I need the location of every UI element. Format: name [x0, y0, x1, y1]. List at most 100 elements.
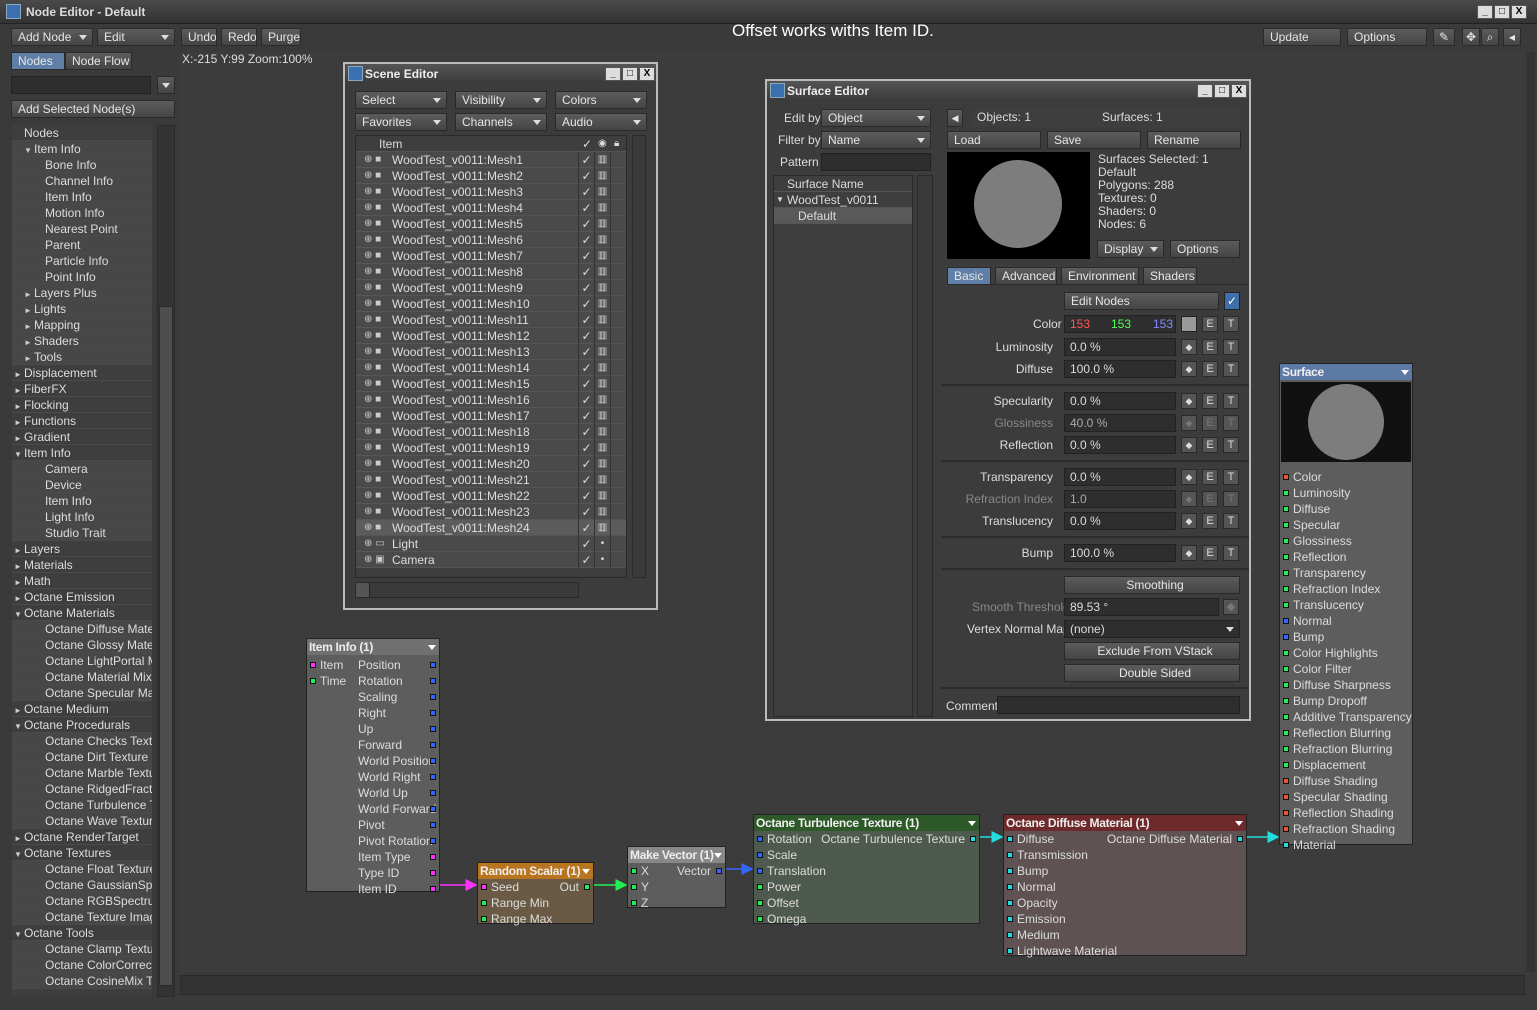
color-envelope-button[interactable]: E [1202, 316, 1218, 332]
scene-item-row[interactable]: ⊕ ■ WoodTest_v0011:Mesh14 ✓ ▥ [356, 360, 626, 376]
surface-destination-node[interactable]: Surface Color Luminosity Diffuse Specular Gl… [1279, 363, 1413, 852]
scene-item-row[interactable]: ⊕ ■ WoodTest_v0011:Mesh17 ✓ ▥ [356, 408, 626, 424]
connector-port[interactable] [310, 678, 316, 684]
node-port-row[interactable]: Pivot Rotation [307, 833, 439, 849]
visible-check-icon[interactable]: ✓ [578, 504, 594, 520]
favorites-dropdown[interactable]: Favorites [355, 113, 447, 131]
node-port-row[interactable]: Range Max [478, 911, 593, 927]
vertex-normal-map-dropdown[interactable]: (none) [1064, 620, 1240, 638]
visible-check-icon[interactable]: ✓ [578, 552, 594, 568]
lock-cell[interactable] [610, 296, 626, 312]
scene-item-row[interactable]: ⊕ ■ WoodTest_v0011:Mesh8 ✓ ▥ [356, 264, 626, 280]
property-value-field[interactable]: 0.0 % [1064, 512, 1176, 530]
node-port-row[interactable]: Translucency [1280, 597, 1412, 613]
scene-horizontal-scrollbar[interactable] [355, 582, 579, 598]
visible-check-icon[interactable]: ✓ [578, 248, 594, 264]
lock-cell[interactable] [610, 152, 626, 168]
connector-port[interactable] [1283, 490, 1289, 496]
connector-port[interactable] [430, 742, 436, 748]
visible-check-icon[interactable]: ✓ [578, 200, 594, 216]
lock-cell[interactable] [610, 312, 626, 328]
octane-diffuse-material-node[interactable]: Octane Diffuse Material (1) Diffuse Octan… [1003, 814, 1247, 958]
lock-cell[interactable] [610, 328, 626, 344]
smoothing-button[interactable]: Smoothing [1064, 576, 1240, 594]
tab-shaders[interactable]: Shaders [1143, 267, 1197, 285]
connector-port[interactable] [1283, 762, 1289, 768]
connector-port[interactable] [1283, 618, 1289, 624]
texture-button[interactable]: T [1223, 339, 1239, 355]
node-port-row[interactable]: Reflection Blurring [1280, 725, 1412, 741]
make-vector-node[interactable]: Make Vector (1) X Vector Y Z [627, 846, 726, 911]
scene-item-row[interactable]: ⊕ ■ WoodTest_v0011:Mesh15 ✓ ▥ [356, 376, 626, 392]
scene-list-scrollbar[interactable] [632, 135, 646, 578]
node-port-row[interactable]: Bump Dropoff [1280, 693, 1412, 709]
wireframe-icon[interactable]: ▥ [594, 232, 610, 248]
connector-port[interactable] [481, 900, 487, 906]
wireframe-icon[interactable]: ▥ [594, 280, 610, 296]
node-title[interactable]: Random Scalar (1) [478, 863, 593, 879]
node-port-row[interactable]: Seed Out [478, 879, 593, 895]
scene-close-button[interactable]: X [639, 67, 655, 81]
lock-cell[interactable] [610, 536, 626, 552]
texture-button[interactable]: T [1223, 513, 1239, 529]
node-port-row[interactable]: Transmission [1004, 847, 1246, 863]
node-port-row[interactable]: Reflection Shading [1280, 805, 1412, 821]
lock-cell[interactable] [610, 216, 626, 232]
node-port-row[interactable]: Displacement [1280, 757, 1412, 773]
visible-check-icon[interactable]: ✓ [578, 392, 594, 408]
scene-item-row[interactable]: ⊕ ■ WoodTest_v0011:Mesh10 ✓ ▥ [356, 296, 626, 312]
lock-icon[interactable]: 🔒︎ [614, 136, 619, 152]
slider-arrows-icon[interactable]: ◆ [1181, 415, 1197, 431]
node-port-row[interactable]: Right [307, 705, 439, 721]
surface-maximize-button[interactable]: □ [1214, 84, 1230, 98]
octane-turbulence-node[interactable]: Octane Turbulence Texture (1) Rotation Oc… [753, 814, 980, 926]
wireframe-icon[interactable]: ▥ [594, 216, 610, 232]
wireframe-icon[interactable]: ▥ [594, 504, 610, 520]
connector-port[interactable] [1283, 698, 1289, 704]
node-port-row[interactable]: Item Type [307, 849, 439, 865]
lock-cell[interactable] [610, 200, 626, 216]
dot-icon[interactable]: • [594, 536, 610, 552]
connector-port[interactable] [430, 870, 436, 876]
node-port-row[interactable]: Bump [1280, 629, 1412, 645]
slider-arrows-icon[interactable]: ◆ [1181, 469, 1197, 485]
connector-port[interactable] [430, 662, 436, 668]
lock-cell[interactable] [610, 264, 626, 280]
edit-nodes-checkbox[interactable]: ✓ [1224, 292, 1240, 310]
lock-cell[interactable] [610, 376, 626, 392]
tab-advanced[interactable]: Advanced [995, 267, 1057, 285]
scene-item-row[interactable]: ⊕ ■ WoodTest_v0011:Mesh3 ✓ ▥ [356, 184, 626, 200]
node-port-row[interactable]: Pivot [307, 817, 439, 833]
connector-port[interactable] [1283, 810, 1289, 816]
load-button[interactable]: Load [947, 131, 1041, 149]
envelope-button[interactable]: E [1202, 393, 1218, 409]
texture-button[interactable]: T [1223, 415, 1239, 431]
surface-minimize-button[interactable]: _ [1197, 84, 1213, 98]
lock-cell[interactable] [610, 488, 626, 504]
edit-nodes-button[interactable]: Edit Nodes [1064, 292, 1219, 310]
connector-port[interactable] [1283, 714, 1289, 720]
node-port-row[interactable]: Rotation Time [307, 673, 439, 689]
visible-check-icon[interactable]: ✓ [578, 520, 594, 536]
node-port-row[interactable]: World Forward [307, 801, 439, 817]
wireframe-icon[interactable]: ▥ [594, 440, 610, 456]
node-port-row[interactable]: Scale [754, 847, 979, 863]
connector-port[interactable] [1283, 602, 1289, 608]
wireframe-icon[interactable]: ▥ [594, 296, 610, 312]
save-button[interactable]: Save [1047, 131, 1141, 149]
surface-list-scrollbar[interactable] [917, 175, 933, 717]
node-port-row[interactable]: Z [628, 895, 725, 911]
connector-port[interactable] [1283, 778, 1289, 784]
connector-port[interactable] [1283, 682, 1289, 688]
node-port-row[interactable]: Position Item [307, 657, 439, 673]
connector-port[interactable] [430, 806, 436, 812]
envelope-button[interactable]: E [1202, 545, 1218, 561]
node-port-row[interactable]: Diffuse Octane Diffuse Material [1004, 831, 1246, 847]
node-port-row[interactable]: Emission [1004, 911, 1246, 927]
node-port-row[interactable]: Medium [1004, 927, 1246, 943]
connector-port[interactable] [1283, 730, 1289, 736]
scene-minimize-button[interactable]: _ [605, 67, 621, 81]
node-port-row[interactable]: Offset [754, 895, 979, 911]
random-scalar-node[interactable]: Random Scalar (1) Seed Out Range Min Range … [477, 862, 594, 927]
scene-item-row[interactable]: ⊕ ■ WoodTest_v0011:Mesh6 ✓ ▥ [356, 232, 626, 248]
